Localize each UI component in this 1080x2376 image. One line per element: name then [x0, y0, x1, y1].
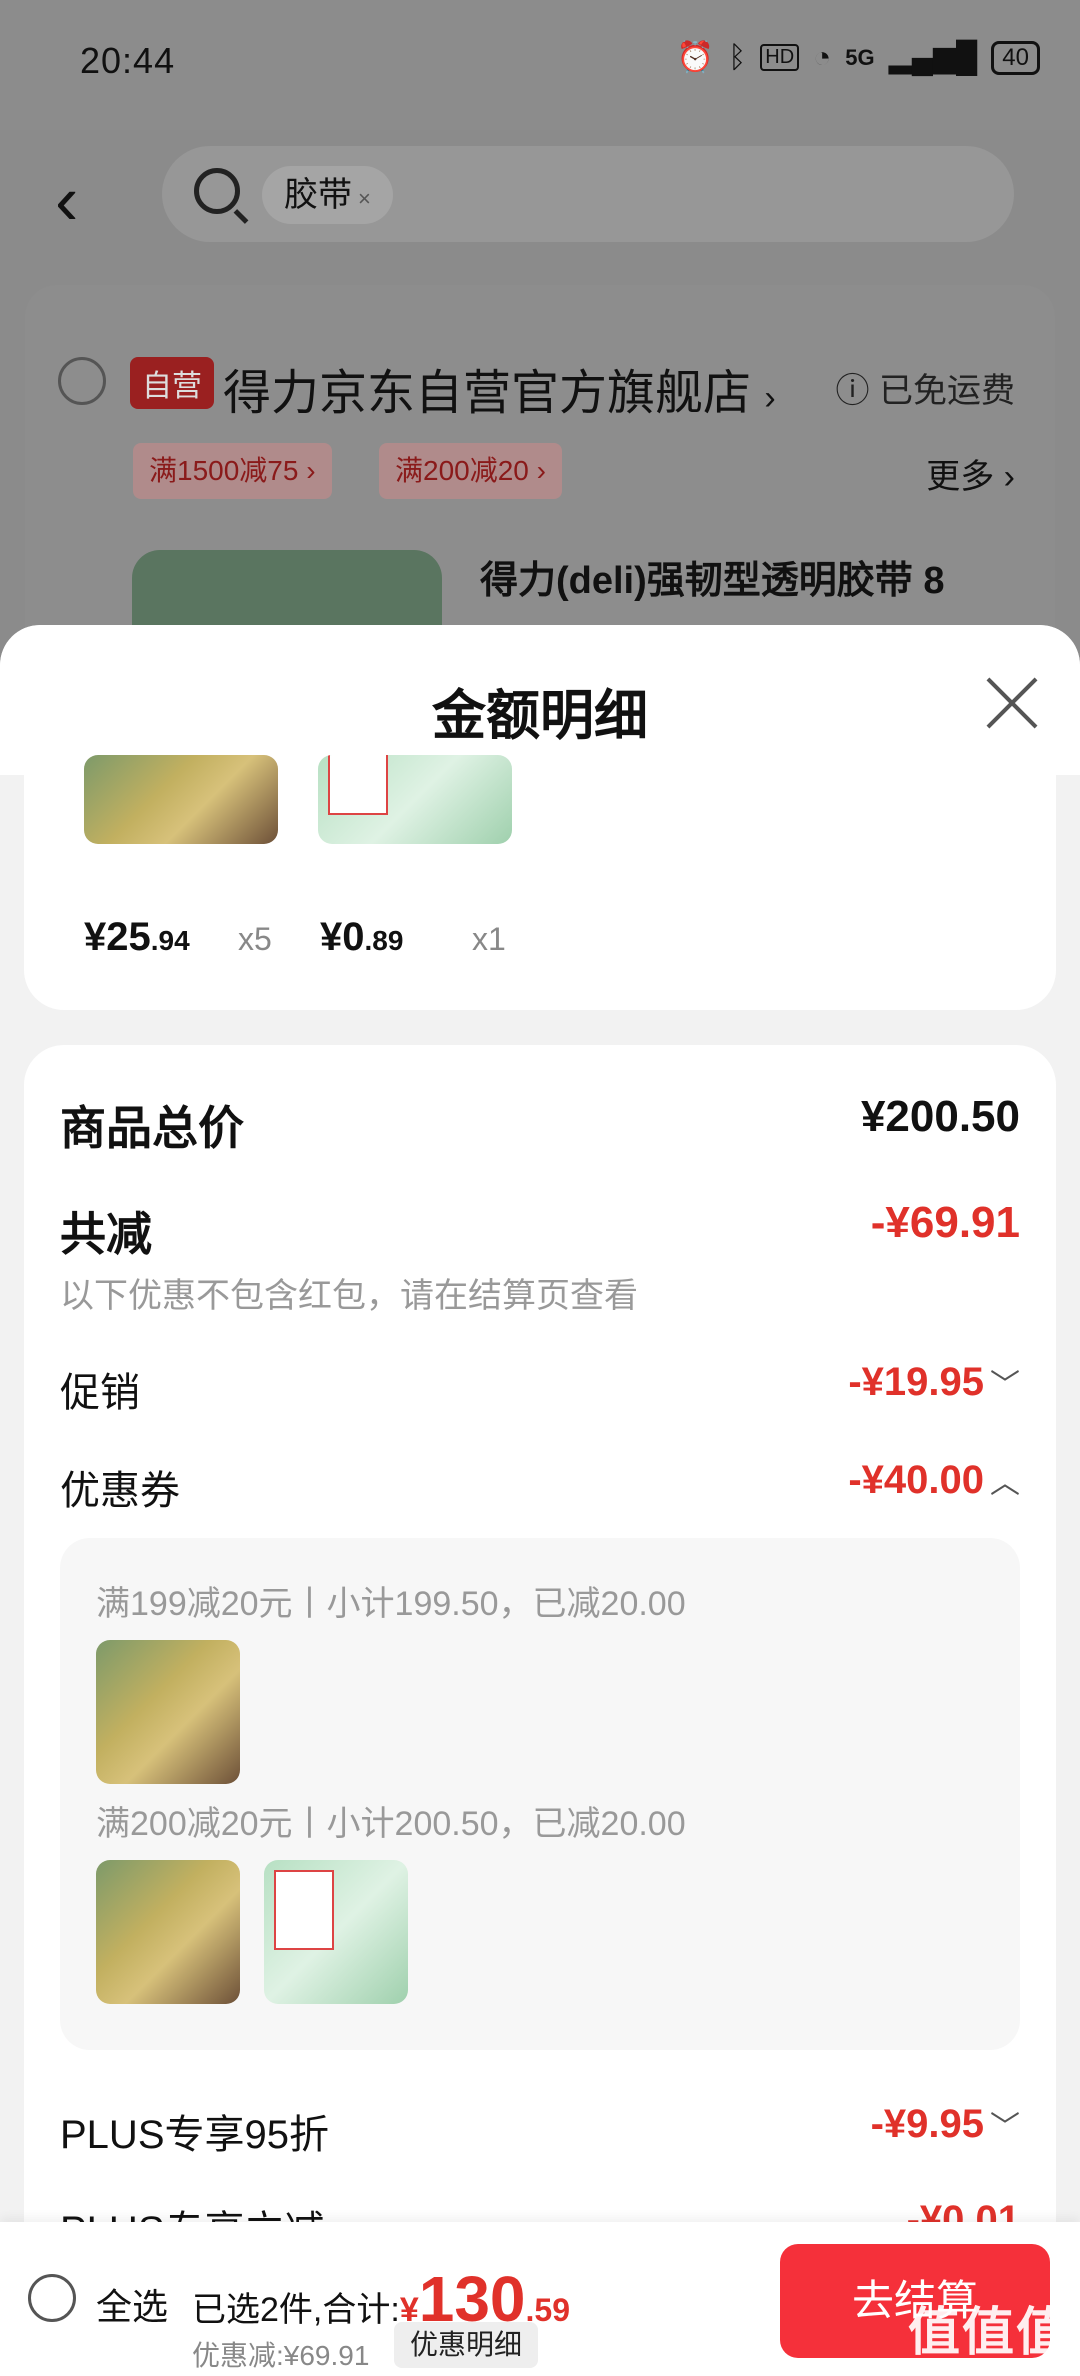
select-all-label[interactable]: 全选: [96, 2278, 168, 2330]
total-label: 商品总价: [60, 1102, 244, 1154]
reduce-label: 共减: [60, 1208, 152, 1260]
network-label: 5G: [845, 44, 875, 70]
store-name[interactable]: 得力京东自营官方旗舰店 ›: [223, 353, 776, 423]
item-price-2: ¥0.89: [320, 915, 403, 960]
clock: 20:44: [80, 40, 176, 81]
tape-label-decor: [328, 755, 388, 815]
coupon-row-toggle[interactable]: -¥40.00 ︿: [848, 1458, 1020, 1503]
reduce-value: -¥69.91: [870, 1198, 1020, 1247]
search-bar[interactable]: 胶带 ×: [162, 146, 1014, 242]
item-qty-2: x1: [472, 921, 506, 957]
promotion-label: 促销: [60, 1371, 140, 1415]
chip-clear-icon[interactable]: ×: [358, 186, 371, 211]
product-title[interactable]: 得力(deli)强韧型透明胶带 8: [480, 549, 944, 604]
free-shipping-label: 已免运费: [879, 372, 1015, 410]
total-value: ¥200.50: [860, 1092, 1020, 1141]
free-shipping[interactable]: ⓘ 已免运费: [836, 363, 1015, 412]
watermark-text: 值值值: [907, 2304, 1070, 2362]
info-icon: ⓘ: [835, 372, 870, 410]
product-image-tape[interactable]: [318, 755, 512, 844]
product-image-cookies[interactable]: [84, 755, 278, 844]
tape-label-decor: [274, 1870, 334, 1950]
promo-tag-label: 满200减20: [395, 455, 529, 486]
reduce-note: 以下优惠不包含红包，请在结算页查看: [60, 1277, 638, 1315]
more-link[interactable]: 更多 ›: [926, 449, 1015, 498]
plus-discount-label: PLUS专享95折: [60, 2113, 329, 2157]
search-icon: [194, 168, 240, 214]
chevron-right-icon: ›: [764, 379, 776, 417]
coupon-product-tape[interactable]: [264, 1860, 408, 2004]
coupon-product-cookies-1[interactable]: [96, 1640, 240, 1784]
signal-icon: ▂▄▆█: [888, 41, 978, 74]
price-int: ¥25: [84, 915, 151, 959]
watermark-logo: 值值值 zhizhizhi.com: [908, 2290, 1070, 2376]
alarm-icon: ⏰: [676, 41, 715, 74]
bluetooth-icon: ᛒ: [728, 40, 747, 74]
chevron-down-icon: ﹀: [990, 1369, 1020, 1402]
promo-tag-2[interactable]: 满200减20 ›: [379, 443, 562, 499]
status-icons: ⏰ ᛒ HD ◔ 5G ▂▄▆█ 40: [677, 40, 1040, 75]
search-chip-label: 胶带: [284, 176, 352, 214]
search-chip[interactable]: 胶带 ×: [262, 166, 393, 224]
coupon-label: 优惠券: [60, 1469, 180, 1513]
watermark-site: zhizhizhi.com: [940, 2365, 1037, 2376]
wifi-icon: ◔: [813, 40, 832, 74]
item-price-1: ¥25.94: [84, 915, 190, 960]
more-label: 更多: [926, 458, 995, 496]
store-name-label: 得力京东自营官方旗舰店: [223, 367, 752, 420]
discount-summary: 优惠减:¥69.91: [192, 2340, 370, 2371]
coupon-rule-2: 满200减20元丨小计200.50，已减20.00: [96, 1805, 686, 1843]
close-icon[interactable]: [984, 675, 1040, 731]
price-dec: .94: [150, 925, 190, 956]
price-dec: .89: [364, 925, 404, 956]
chevron-down-icon: ﹀: [990, 2111, 1020, 2144]
sheet-header: 金额明细: [0, 625, 1080, 775]
hd-icon: HD: [760, 44, 800, 71]
status-bar: 20:44 ⏰ ᛒ HD ◔ 5G ▂▄▆█ 40: [0, 0, 1080, 130]
coupon-details: 满199减20元丨小计199.50，已减20.00 满200减20元丨小计200…: [60, 1538, 1020, 2050]
promotion-value: -¥19.95: [848, 1360, 984, 1404]
top-bar: ‹ 胶带 ×: [0, 130, 1080, 260]
plus-discount-value: -¥9.95: [870, 2102, 984, 2146]
summary-label: 已选2件,合计:: [192, 2291, 400, 2329]
promo-tag-label: 满1500减75: [149, 455, 299, 486]
sheet-title: 金额明细: [432, 686, 648, 746]
coupon-product-cookies-2[interactable]: [96, 1860, 240, 2004]
item-qty-1: x5: [238, 921, 272, 957]
price-int: ¥0: [320, 915, 365, 959]
promo-tag-1[interactable]: 满1500减75 ›: [133, 443, 332, 499]
store-select-radio[interactable]: [58, 357, 106, 405]
back-icon[interactable]: ‹: [55, 160, 78, 240]
items-card: ¥25.94 x5 ¥0.89 x1: [24, 755, 1056, 1010]
self-operated-badge: 自营: [130, 357, 214, 409]
chevron-up-icon: ︿: [990, 1467, 1020, 1500]
coupon-rule-1: 满199减20元丨小计199.50，已减20.00: [96, 1585, 686, 1623]
promotion-row-toggle[interactable]: -¥19.95 ﹀: [848, 1360, 1020, 1405]
plus-discount-toggle[interactable]: -¥9.95 ﹀: [871, 2102, 1020, 2147]
coupon-value: -¥40.00: [848, 1458, 984, 1502]
battery-icon: 40: [991, 40, 1040, 75]
select-all-radio[interactable]: [28, 2274, 76, 2322]
discount-detail-button[interactable]: 优惠明细: [394, 2322, 539, 2368]
